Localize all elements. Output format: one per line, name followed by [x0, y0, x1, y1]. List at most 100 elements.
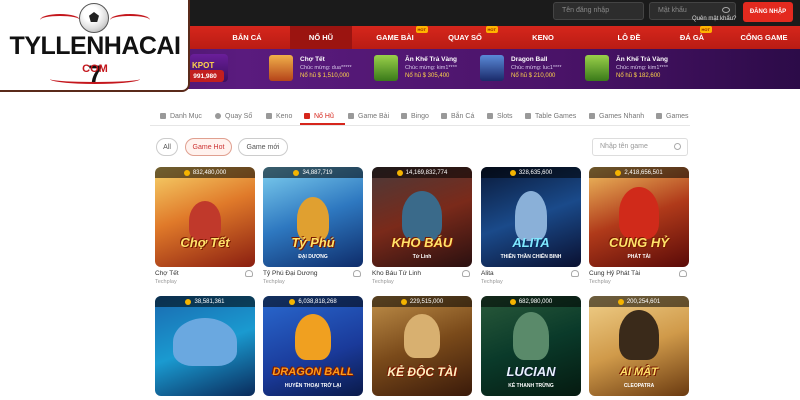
- filter-game-hot[interactable]: Game Hot: [185, 138, 232, 156]
- game-card[interactable]: 200,254,601 AI MẬT CLEOPATRA: [589, 296, 689, 396]
- game-art-title: AI MẬT: [620, 366, 658, 378]
- game-provider: Techplay: [372, 279, 394, 285]
- forgot-password-link[interactable]: Quên mật khẩu?: [692, 16, 736, 22]
- game-card[interactable]: 328,635,600 ALITA THIÊN THẦN CHIẾN BINH …: [481, 167, 581, 285]
- slots-icon: [487, 113, 493, 119]
- filter-game-moi[interactable]: Game mới: [238, 138, 288, 156]
- nav-item-ban-ca[interactable]: BẮN CÁ: [212, 26, 282, 49]
- game-name: Kho Báu Tứ Linh: [372, 270, 422, 277]
- category-tab-table-games[interactable]: Table Games: [525, 109, 576, 123]
- game-name: Chợ Tết: [155, 270, 179, 277]
- search-placeholder: Nhập tên game: [600, 143, 648, 150]
- active-tab-underline: [300, 123, 345, 125]
- game-card[interactable]: 38,581,361: [155, 296, 255, 396]
- winner-item[interactable]: Ăn Khế Trả Vàng Chúc mừng: kim1**** Nổ h…: [585, 55, 695, 83]
- winner-prize: Nổ hũ $ 210,000: [511, 73, 556, 79]
- game-card[interactable]: 34,887,719 Tỷ Phú ĐẠI DƯƠNG Tỷ Phú Đại D…: [263, 167, 363, 285]
- cleopatra-art: [619, 310, 659, 360]
- hot-badge: HOT: [415, 26, 428, 33]
- game-thumbnail[interactable]: 14,169,832,774 KHO BÁU Tứ Linh: [372, 167, 472, 267]
- category-tab-bingo[interactable]: Bingo: [401, 109, 429, 123]
- nav-item-da-ga[interactable]: ĐÁ GÀ HOT: [670, 26, 714, 49]
- winner-user: Chúc mừng: dua*****: [300, 65, 352, 71]
- jackpot-counter: 682,980,000: [481, 296, 581, 307]
- game-card[interactable]: 682,980,000 LUCIAN KẺ THANH TRỪNG: [481, 296, 581, 396]
- coin-icon: [396, 169, 403, 176]
- password-placeholder: Mật khẩu: [658, 7, 687, 14]
- game-thumbnail[interactable]: 200,254,601 AI MẬT CLEOPATRA: [589, 296, 689, 396]
- table-icon: [525, 113, 531, 119]
- favorite-heart-icon[interactable]: [462, 270, 470, 277]
- nav-label: NỔ HŨ: [308, 33, 334, 42]
- winner-user: Chúc mừng: luc1****: [511, 65, 562, 71]
- nav-item-cong-game[interactable]: CỔNG GAME: [728, 26, 800, 49]
- game-thumbnail[interactable]: 682,980,000 LUCIAN KẺ THANH TRỪNG: [481, 296, 581, 396]
- category-tab-games[interactable]: Games: [656, 109, 689, 123]
- nav-item-no-hu[interactable]: NỔ HŨ: [290, 26, 352, 49]
- category-tab-games-nhanh[interactable]: Games Nhanh: [589, 109, 644, 123]
- cyborg-art: [515, 191, 547, 241]
- winner-item[interactable]: Dragon Ball Chúc mừng: luc1**** Nổ hũ $ …: [480, 55, 590, 83]
- category-tab-game-bai[interactable]: Game Bài: [348, 109, 389, 123]
- game-provider: Techplay: [155, 279, 177, 285]
- coin-icon: [289, 298, 296, 305]
- game-card[interactable]: 14,169,832,774 KHO BÁU Tứ Linh Kho Báu T…: [372, 167, 472, 285]
- game-provider: Techplay: [481, 279, 503, 285]
- hot-badge: HOT: [485, 26, 498, 33]
- game-card[interactable]: 229,515,000 KẺ ĐỘC TÀI: [372, 296, 472, 396]
- nav-item-keno[interactable]: KENO: [510, 26, 576, 49]
- nav-item-game-bai[interactable]: GAME BÀI HOT: [360, 26, 430, 49]
- game-card[interactable]: 6,038,818,268 DRAGON BALL HUYỀN THOẠI TR…: [263, 296, 363, 396]
- hot-badge: HOT: [699, 26, 712, 33]
- coin-icon: [183, 169, 190, 176]
- favorite-heart-icon[interactable]: [571, 270, 579, 277]
- lucian-art: [513, 312, 549, 360]
- nav-label: ĐÁ GÀ: [679, 33, 705, 42]
- search-icon[interactable]: [674, 143, 681, 150]
- game-thumbnail[interactable]: 2,418,656,501 CUNG HỶ PHÁT TÀI: [589, 167, 689, 267]
- username-input[interactable]: Tên đăng nhập: [553, 2, 644, 20]
- category-tab-quay-so[interactable]: Quay Số: [215, 109, 252, 123]
- eye-icon[interactable]: [722, 7, 730, 13]
- warrior-art: [402, 191, 442, 241]
- nav-label: QUAY SỐ: [448, 33, 482, 42]
- game-thumbnail[interactable]: 6,038,818,268 DRAGON BALL HUYỀN THOẠI TR…: [263, 296, 363, 396]
- jackpot-counter: 2,418,656,501: [589, 167, 689, 178]
- category-tab-keno[interactable]: Keno: [266, 109, 292, 123]
- winner-user: Chúc mừng: kim1****: [616, 65, 668, 71]
- bingo-icon: [401, 113, 407, 119]
- nav-item-quay-so[interactable]: QUAY SỐ HOT: [430, 26, 500, 49]
- winner-game: Ăn Khế Trả Vàng: [616, 56, 669, 63]
- game-card[interactable]: 832,480,000 Chợ Tết Chợ Tết Techplay: [155, 167, 255, 285]
- login-button[interactable]: ĐĂNG NHẬP: [743, 2, 793, 22]
- game-art-subtitle: PHÁT TÀI: [627, 254, 651, 260]
- category-tab-slots[interactable]: Slots: [487, 109, 513, 123]
- game-thumbnail[interactable]: 229,515,000 KẺ ĐỘC TÀI: [372, 296, 472, 396]
- game-thumbnail[interactable]: 832,480,000 Chợ Tết: [155, 167, 255, 267]
- game-card[interactable]: 2,418,656,501 CUNG HỶ PHÁT TÀI Cung Hỷ P…: [589, 167, 689, 285]
- game-thumbnail[interactable]: 34,887,719 Tỷ Phú ĐẠI DƯƠNG: [263, 167, 363, 267]
- nav-label: GAME BÀI: [376, 33, 414, 42]
- winner-item[interactable]: Ăn Khế Trả Vàng Chúc mừng: kim1**** Nổ h…: [374, 55, 484, 83]
- winner-item[interactable]: Chợ Tết Chúc mừng: dua***** Nổ hũ $ 1,51…: [269, 55, 379, 83]
- cards-icon: [348, 113, 354, 119]
- game-search-input[interactable]: Nhập tên game: [592, 138, 688, 156]
- favorite-heart-icon[interactable]: [353, 270, 361, 277]
- tab-divider: [150, 125, 690, 126]
- game-thumbnail[interactable]: 38,581,361: [155, 296, 255, 396]
- category-tab-ban-ca[interactable]: Bắn Cá: [441, 109, 474, 123]
- category-tab-no-hu[interactable]: Nổ Hũ: [304, 109, 334, 123]
- category-label: Game Bài: [358, 112, 390, 120]
- favorite-heart-icon[interactable]: [679, 270, 687, 277]
- jackpot-counter: 14,169,832,774: [372, 167, 472, 178]
- jackpot-value: 2,418,656,501: [624, 169, 663, 176]
- game-name: Alita: [481, 270, 494, 277]
- favorite-heart-icon[interactable]: [245, 270, 253, 277]
- nav-item-lo-de[interactable]: LÔ ĐỀ: [594, 26, 664, 49]
- site-logo[interactable]: TYLLENHACAI 7 COM: [0, 0, 190, 92]
- category-tab-danh-muc[interactable]: Danh Mục: [160, 109, 202, 123]
- game-thumbnail[interactable]: 328,635,600 ALITA THIÊN THẦN CHIẾN BINH: [481, 167, 581, 267]
- filter-all[interactable]: All: [156, 138, 178, 156]
- category-label: Bingo: [411, 112, 429, 120]
- category-label: Danh Mục: [170, 112, 202, 120]
